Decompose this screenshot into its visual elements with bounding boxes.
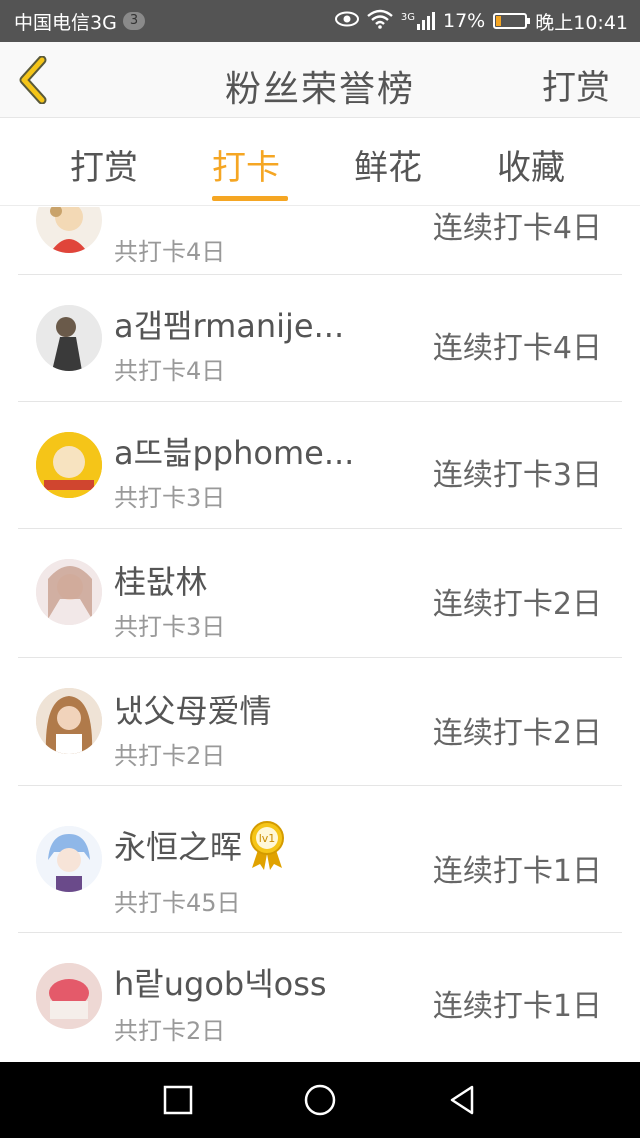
list-item[interactable]: a갭팸rmanije... 共打卡4日 连续打卡4日 [18, 275, 622, 402]
streak-label: 连续打卡1日 [432, 854, 602, 889]
total-checkins: 共打卡45日 [114, 889, 241, 917]
list-item[interactable]: 桂돲林 共打卡3日 连续打卡2日 [18, 529, 622, 658]
system-nav-bar [0, 1062, 640, 1138]
list-item[interactable]: h랕ugob넥oss 共打卡2日 连续打卡1日 [18, 933, 622, 1061]
network-type: 3G [400, 12, 415, 23]
battery-percent: 17% [443, 10, 486, 32]
total-checkins: 共打卡3日 [114, 613, 226, 641]
fan-name: a갭팸rmanije... [114, 307, 345, 345]
avatar [36, 688, 102, 754]
total-checkins: 共打卡2日 [114, 742, 226, 770]
fan-name: 桂돲林 [114, 563, 208, 601]
back-nav-button[interactable] [444, 1082, 480, 1118]
square-icon [163, 1085, 193, 1115]
recent-apps-button[interactable] [160, 1082, 196, 1118]
list-item[interactable]: 永恒之晖 lv1 共打卡45日 连续打卡1日 [18, 786, 622, 933]
avatar [36, 826, 102, 892]
tab-reward[interactable]: 打赏 [70, 140, 138, 189]
avatar [36, 305, 102, 371]
fan-name: h랕ugob넥oss [114, 965, 327, 1003]
clock: 晚上10:41 [535, 11, 628, 34]
eye-icon [334, 10, 359, 32]
tab-checkin[interactable]: 打卡 [212, 140, 280, 189]
list-item[interactable]: a뜨븗pphome... 共打卡3日 连续打卡3日 [18, 402, 622, 529]
status-bar: 中国电信3G 3 3G 17% 晚上10:41 [0, 0, 640, 42]
streak-label: 连续打卡2日 [432, 587, 602, 622]
fan-name: 永恒之晖 lv1 [114, 820, 286, 878]
streak-label: 连续打卡4日 [432, 211, 602, 246]
tab-favorites[interactable]: 收藏 [497, 140, 565, 189]
app-header: 粉丝荣誉榜 打赏 [0, 42, 640, 118]
fan-name-text: 永恒之晖 [114, 828, 243, 866]
reward-button[interactable]: 打赏 [542, 60, 610, 109]
total-checkins: 共打卡4日 [114, 357, 226, 385]
home-button[interactable] [302, 1082, 338, 1118]
fan-name: 냈父母爱情 [114, 692, 272, 730]
sim-badge: 3 [122, 12, 146, 30]
battery-icon [493, 13, 531, 29]
checkin-list[interactable]: 共打卡4日 连续打卡4日 a갭팸rmanije... 共打卡4日 连续打卡4日 … [0, 207, 640, 1062]
total-checkins: 共打卡4日 [114, 238, 226, 266]
avatar [36, 963, 102, 1029]
carrier-label: 中国电信3G [14, 11, 117, 34]
avatar [36, 432, 102, 498]
level-badge-icon: lv1 [248, 820, 286, 878]
avatar [36, 207, 102, 253]
circle-icon [304, 1084, 336, 1116]
streak-label: 连续打卡4日 [432, 331, 602, 366]
signal-icon: 3G [401, 12, 435, 30]
fan-name: a뜨븗pphome... [114, 434, 355, 472]
tab-flowers[interactable]: 鲜花 [354, 140, 422, 189]
total-checkins: 共打卡3日 [114, 484, 226, 512]
wifi-icon [367, 9, 393, 34]
tab-bar: 打赏 打卡 鲜花 收藏 [0, 118, 640, 206]
list-item[interactable]: 냈父母爱情 共打卡2日 连续打卡2日 [18, 658, 622, 786]
streak-label: 连续打卡1日 [432, 989, 602, 1024]
streak-label: 连续打卡3日 [432, 458, 602, 493]
svg-text:lv1: lv1 [259, 832, 276, 845]
list-item[interactable]: 共打卡4日 连续打卡4日 [18, 207, 622, 275]
total-checkins: 共打卡2日 [114, 1017, 226, 1045]
avatar [36, 559, 102, 625]
active-tab-indicator [212, 196, 288, 201]
streak-label: 连续打卡2日 [432, 716, 602, 751]
triangle-back-icon [450, 1085, 474, 1115]
